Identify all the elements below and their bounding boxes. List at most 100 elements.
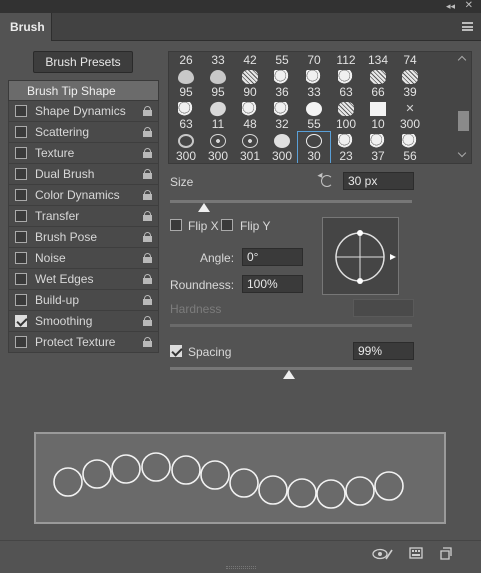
brush-preset-tile[interactable]: 30: [297, 131, 331, 163]
brush-preset-tile[interactable]: 300: [266, 132, 298, 163]
sidebar-item-label: Wet Edges: [35, 272, 94, 286]
roundness-field[interactable]: 100%: [242, 275, 303, 293]
sidebar-checkbox[interactable]: [15, 252, 27, 264]
lock-icon[interactable]: [143, 232, 152, 242]
panel-title-strip: ◂◂ ✕: [0, 0, 481, 13]
brush-preset-tile[interactable]: 39: [394, 68, 426, 100]
brush-preset-tile[interactable]: 63: [170, 100, 202, 132]
brush-texture-icon: [402, 70, 418, 84]
brush-preset-tile[interactable]: 56: [394, 132, 426, 163]
brush-preset-tile[interactable]: 55: [298, 100, 330, 132]
brush-preset-tile[interactable]: 74: [394, 52, 426, 67]
size-field[interactable]: 30 px: [343, 172, 414, 190]
sidebar-checkbox[interactable]: [15, 168, 27, 180]
brush-preset-tile[interactable]: 100: [330, 100, 362, 132]
sidebar-item-scattering[interactable]: Scattering: [8, 122, 159, 143]
brush-preset-tile[interactable]: 301: [234, 132, 266, 163]
lock-icon[interactable]: [143, 295, 152, 305]
flip-y-checkbox[interactable]: [221, 219, 233, 231]
brush-preset-tile[interactable]: 33: [298, 68, 330, 100]
brush-preset-tile[interactable]: 42: [234, 52, 266, 67]
sidebar-item-brush-pose[interactable]: Brush Pose: [8, 227, 159, 248]
brush-size-number: 32: [275, 117, 289, 131]
brush-preset-tile[interactable]: 36: [266, 68, 298, 100]
sidebar-item-brush-tip-shape[interactable]: Brush Tip Shape: [8, 80, 159, 101]
brush-preset-tile[interactable]: 33: [202, 52, 234, 67]
brush-preset-tile[interactable]: ✕ 300: [394, 100, 426, 132]
brush-preset-tile[interactable]: 23: [330, 132, 362, 163]
lock-icon[interactable]: [143, 274, 152, 284]
brush-preset-tile[interactable]: 66: [362, 68, 394, 100]
spacing-field[interactable]: 99%: [353, 342, 414, 360]
lock-icon[interactable]: [143, 316, 152, 326]
brush-preset-tile[interactable]: 300: [202, 132, 234, 163]
spacing-checkbox[interactable]: [170, 345, 182, 357]
panel-resize-grip[interactable]: [226, 566, 256, 569]
brush-preset-tile[interactable]: 95: [202, 68, 234, 100]
brush-preset-tile[interactable]: 134: [362, 52, 394, 67]
hamburger-menu-icon[interactable]: [462, 22, 473, 31]
sidebar-checkbox[interactable]: [15, 210, 27, 222]
sidebar-checkbox[interactable]: [15, 273, 27, 285]
size-slider-thumb[interactable]: [197, 203, 210, 212]
lock-icon[interactable]: [143, 253, 152, 263]
sidebar-item-protect-texture[interactable]: Protect Texture: [8, 332, 159, 353]
collapse-panel-icon[interactable]: ◂◂: [446, 0, 455, 12]
scroll-down-icon[interactable]: [457, 148, 467, 158]
brush-preset-tile[interactable]: 10: [362, 100, 394, 132]
new-preset-icon[interactable]: [439, 547, 452, 560]
sidebar-checkbox[interactable]: [15, 315, 27, 327]
sidebar-item-shape-dynamics[interactable]: Shape Dynamics: [8, 101, 159, 122]
sidebar-item-build-up[interactable]: Build-up: [8, 290, 159, 311]
sidebar-item-smoothing[interactable]: Smoothing: [8, 311, 159, 332]
sidebar-checkbox[interactable]: [15, 231, 27, 243]
brush-preset-tile[interactable]: 55: [266, 52, 298, 67]
brush-presets-button[interactable]: Brush Presets: [33, 51, 133, 73]
brush-preset-tile[interactable]: 48: [234, 100, 266, 132]
sidebar-checkbox[interactable]: [15, 294, 27, 306]
brush-preset-tile[interactable]: 70: [298, 52, 330, 67]
brush-preset-tile[interactable]: 26: [170, 52, 202, 67]
hardness-slider-track[interactable]: [170, 324, 412, 327]
sidebar-item-texture[interactable]: Texture: [8, 143, 159, 164]
brush-preset-tile[interactable]: 300: [170, 132, 202, 163]
sidebar-checkbox[interactable]: [15, 105, 27, 117]
eye-brush-icon[interactable]: [372, 547, 394, 561]
scroll-up-icon[interactable]: [457, 55, 467, 65]
close-panel-icon[interactable]: ✕: [465, 0, 473, 12]
sidebar-item-color-dynamics[interactable]: Color Dynamics: [8, 185, 159, 206]
brush-grid-scrollbar[interactable]: [456, 53, 470, 162]
sidebar-item-dual-brush[interactable]: Dual Brush: [8, 164, 159, 185]
lock-icon[interactable]: [143, 127, 152, 137]
brush-preset-tile[interactable]: 37: [362, 132, 394, 163]
sidebar-item-noise[interactable]: Noise: [8, 248, 159, 269]
sidebar-item-label: Color Dynamics: [35, 188, 120, 202]
lock-icon[interactable]: [143, 337, 152, 347]
lock-icon[interactable]: [143, 106, 152, 116]
brush-preset-tile[interactable]: 112: [330, 52, 362, 67]
sidebar-checkbox[interactable]: [15, 189, 27, 201]
lock-icon[interactable]: [143, 190, 152, 200]
angle-roundness-widget[interactable]: [322, 217, 399, 295]
sidebar-checkbox[interactable]: [15, 147, 27, 159]
lock-icon[interactable]: [143, 148, 152, 158]
brush-preset-tile[interactable]: 11: [202, 99, 234, 132]
brush-preset-tile[interactable]: 32: [266, 100, 298, 132]
sidebar-checkbox[interactable]: [15, 336, 27, 348]
sidebar-item-transfer[interactable]: Transfer: [8, 206, 159, 227]
sidebar-item-wet-edges[interactable]: Wet Edges: [8, 269, 159, 290]
reset-size-icon[interactable]: [321, 175, 333, 187]
scroll-thumb[interactable]: [458, 111, 469, 131]
flip-x-checkbox[interactable]: [170, 219, 182, 231]
lock-icon[interactable]: [143, 169, 152, 179]
sidebar-checkbox[interactable]: [15, 126, 27, 138]
lock-icon[interactable]: [143, 211, 152, 221]
tab-brush[interactable]: Brush: [0, 13, 52, 41]
angle-field[interactable]: 0°: [242, 248, 303, 266]
brush-preset-tile[interactable]: 63: [330, 68, 362, 100]
spacing-slider-thumb[interactable]: [282, 370, 295, 379]
create-brush-icon[interactable]: [409, 547, 423, 560]
brush-preset-tile[interactable]: 90: [234, 68, 266, 100]
brush-preset-tile[interactable]: 95: [170, 68, 202, 100]
hardness-field[interactable]: [353, 299, 414, 317]
